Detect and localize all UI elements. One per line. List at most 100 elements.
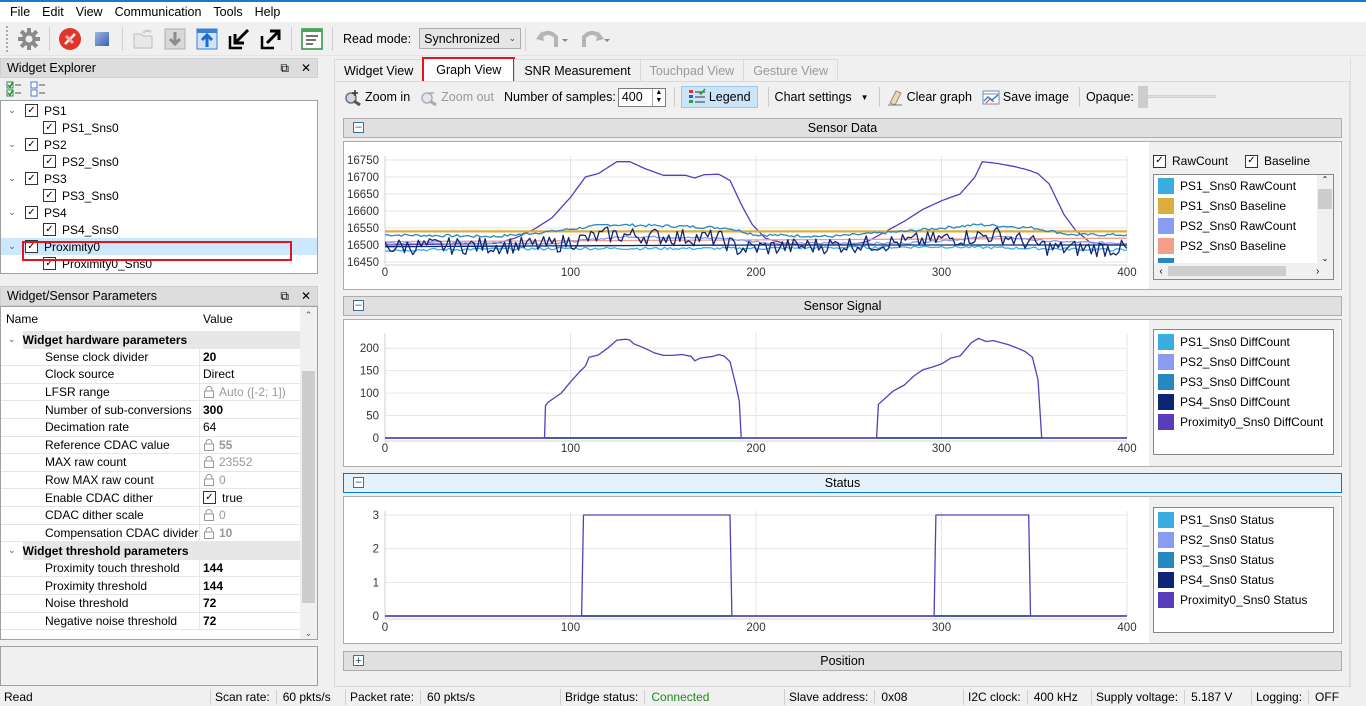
tree-item-ps2[interactable]: ⌄ ✓ PS2	[1, 136, 317, 153]
legend-item[interactable]: PS1_Sns0 Status	[1154, 510, 1333, 530]
scrollbar-thumb[interactable]	[1168, 266, 1286, 276]
legend-item[interactable]: PS2_Sns0 Status	[1154, 530, 1333, 550]
undo-icon[interactable]	[533, 26, 569, 52]
toolbar-grip[interactable]	[6, 25, 9, 52]
parameter-value[interactable]: 144	[200, 577, 300, 595]
legend-item[interactable]: PS3_Sns0 Status	[1154, 550, 1333, 570]
log-icon[interactable]	[299, 26, 325, 52]
collapse-icon[interactable]: –	[353, 122, 364, 133]
chevron-down-icon[interactable]: ⌄	[5, 241, 19, 252]
clear-graph-button[interactable]: Clear graph	[886, 86, 972, 108]
tree-item-ps4-sns0[interactable]: ✓ PS4_Sns0	[1, 221, 317, 238]
parameter-value[interactable]: 72	[200, 595, 300, 613]
checkbox-checked[interactable]: ✓	[25, 104, 38, 117]
tree-item-ps2-sns0[interactable]: ✓ PS2_Sns0	[1, 153, 317, 170]
parameter-value[interactable]: 0	[200, 472, 300, 490]
parameter-group[interactable]: ⌄ Widget hardware parameters	[1, 331, 317, 349]
parameter-row[interactable]: Decimation rate 64	[1, 418, 317, 437]
opaque-slider[interactable]	[1137, 86, 1218, 108]
zoom-in-button[interactable]: Zoom in	[344, 86, 410, 108]
parameter-row[interactable]: Reference CDAC value 55	[1, 436, 317, 455]
chevron-down-icon[interactable]: ⌄	[5, 173, 19, 184]
parameter-value[interactable]: 144	[200, 560, 300, 578]
chevron-down-icon[interactable]: ⌄	[5, 105, 19, 116]
parameter-row[interactable]: Proximity threshold 144	[1, 577, 317, 595]
open-folder-icon[interactable]	[130, 26, 156, 52]
legend-hscrollbar[interactable]: ‹ ›	[1154, 263, 1333, 279]
legend-item[interactable]: PS2_Sns0 Baseline	[1154, 236, 1333, 256]
settings-icon[interactable]	[16, 26, 42, 52]
export-icon[interactable]	[258, 26, 284, 52]
rawcount-filter[interactable]: ✓ RawCount	[1153, 154, 1228, 168]
checkbox-checked[interactable]: ✓	[43, 121, 56, 134]
baseline-filter[interactable]: ✓ Baseline	[1245, 154, 1310, 168]
menu-view[interactable]: View	[70, 5, 109, 19]
tree-item-ps3[interactable]: ⌄ ✓ PS3	[1, 170, 317, 187]
checkbox-checked[interactable]: ✓	[1245, 154, 1258, 168]
legend-item[interactable]: Proximity0_Sns0 Status	[1154, 590, 1333, 610]
redo-icon[interactable]	[575, 26, 611, 52]
parameters-scrollbar[interactable]: ⌃ ⌄	[300, 307, 317, 639]
menu-file[interactable]: File	[4, 5, 36, 19]
legend-item[interactable]: PS1_Sns0 Baseline	[1154, 196, 1333, 216]
parameter-row[interactable]: Enable CDAC dither ✓ true	[1, 489, 317, 507]
chevron-down-icon[interactable]: ⌄	[5, 139, 19, 150]
scroll-up-icon[interactable]: ⌃	[1317, 175, 1333, 187]
checkbox-checked[interactable]: ✓	[25, 172, 38, 185]
parameter-row[interactable]: Proximity touch threshold 144	[1, 559, 317, 578]
parameter-row[interactable]: Row MAX raw count 0	[1, 471, 317, 490]
tab-snr-measurement[interactable]: SNR Measurement	[514, 59, 641, 81]
tree-item-ps4[interactable]: ⌄ ✓ PS4	[1, 204, 317, 221]
chevron-down-icon[interactable]: ⌄	[1, 545, 23, 556]
legend-item[interactable]: PS2_Sns0 DiffCount	[1154, 352, 1333, 372]
scroll-up-icon[interactable]: ⌃	[300, 307, 317, 323]
menu-edit[interactable]: Edit	[36, 5, 70, 19]
stop-icon[interactable]	[89, 26, 115, 52]
legend-item[interactable]: PS3_Sns0 DiffCount	[1154, 372, 1333, 392]
legend-item[interactable]: Proximity0_Sns0 DiffCount	[1154, 412, 1333, 432]
parameter-value[interactable]: Auto ([-2; 1])	[200, 384, 300, 402]
chevron-down-icon[interactable]: ⌄	[1, 334, 23, 345]
float-icon[interactable]: ⧉	[280, 61, 289, 76]
parameter-row[interactable]: CDAC dither scale 0	[1, 506, 317, 525]
menu-communication[interactable]: Communication	[109, 5, 208, 19]
checkbox-checked[interactable]: ✓	[25, 206, 38, 219]
import-icon[interactable]	[226, 26, 252, 52]
menu-tools[interactable]: Tools	[207, 5, 248, 19]
parameter-value[interactable]: ✓ true	[200, 489, 300, 507]
parameter-row[interactable]: Negative noise threshold 72	[1, 612, 317, 631]
position-section-header[interactable]: + Position	[343, 651, 1342, 671]
disconnect-icon[interactable]	[57, 26, 83, 52]
parameter-row[interactable]: MAX raw count 23552	[1, 454, 317, 472]
tab-widget-view[interactable]: Widget View	[334, 59, 424, 81]
save-image-button[interactable]: Save image	[982, 86, 1069, 108]
legend-toggle-button[interactable]: Legend	[680, 86, 758, 108]
legend-item[interactable]: PS1_Sns0 RawCount	[1154, 176, 1333, 196]
scroll-down-icon[interactable]: ⌄	[1317, 254, 1333, 263]
tree-item-ps1-sns0[interactable]: ✓ PS1_Sns0	[1, 119, 317, 136]
float-icon[interactable]: ⧉	[280, 289, 289, 304]
upload-icon[interactable]	[194, 26, 220, 52]
column-header-value[interactable]: Value	[200, 312, 233, 326]
column-header-name[interactable]: Name	[1, 312, 200, 326]
parameter-value[interactable]: 0	[200, 507, 300, 525]
parameter-value[interactable]: 64	[200, 419, 300, 437]
parameter-value[interactable]: 55	[200, 437, 300, 455]
samples-spinbox[interactable]: 400 ▲ ▼	[617, 87, 666, 107]
checkbox-checked[interactable]: ✓	[43, 189, 56, 202]
parameter-row[interactable]: Number of sub-conversions 300	[1, 401, 317, 419]
parameter-row[interactable]: Clock source Direct	[1, 366, 317, 384]
parameter-value[interactable]: 23552	[200, 454, 300, 472]
parameter-row[interactable]: Noise threshold 72	[1, 594, 317, 613]
uncheck-all-icon[interactable]	[30, 81, 46, 97]
tab-graph-view[interactable]: Graph View	[422, 57, 516, 81]
legend-vscrollbar[interactable]: ⌃ ⌄	[1317, 175, 1333, 263]
legend-item[interactable]: PS2_Sns0 RawCount	[1154, 216, 1333, 236]
legend-item[interactable]: PS4_Sns0 DiffCount	[1154, 392, 1333, 412]
download-icon[interactable]	[162, 26, 188, 52]
parameter-value[interactable]: 10	[200, 525, 300, 543]
chart-settings-dropdown[interactable]: Chart settings ▼	[775, 86, 869, 108]
scroll-right-icon[interactable]: ›	[1316, 266, 1319, 277]
collapse-icon[interactable]: –	[353, 300, 364, 311]
read-mode-select[interactable]: Synchronized ⌄	[419, 28, 522, 49]
